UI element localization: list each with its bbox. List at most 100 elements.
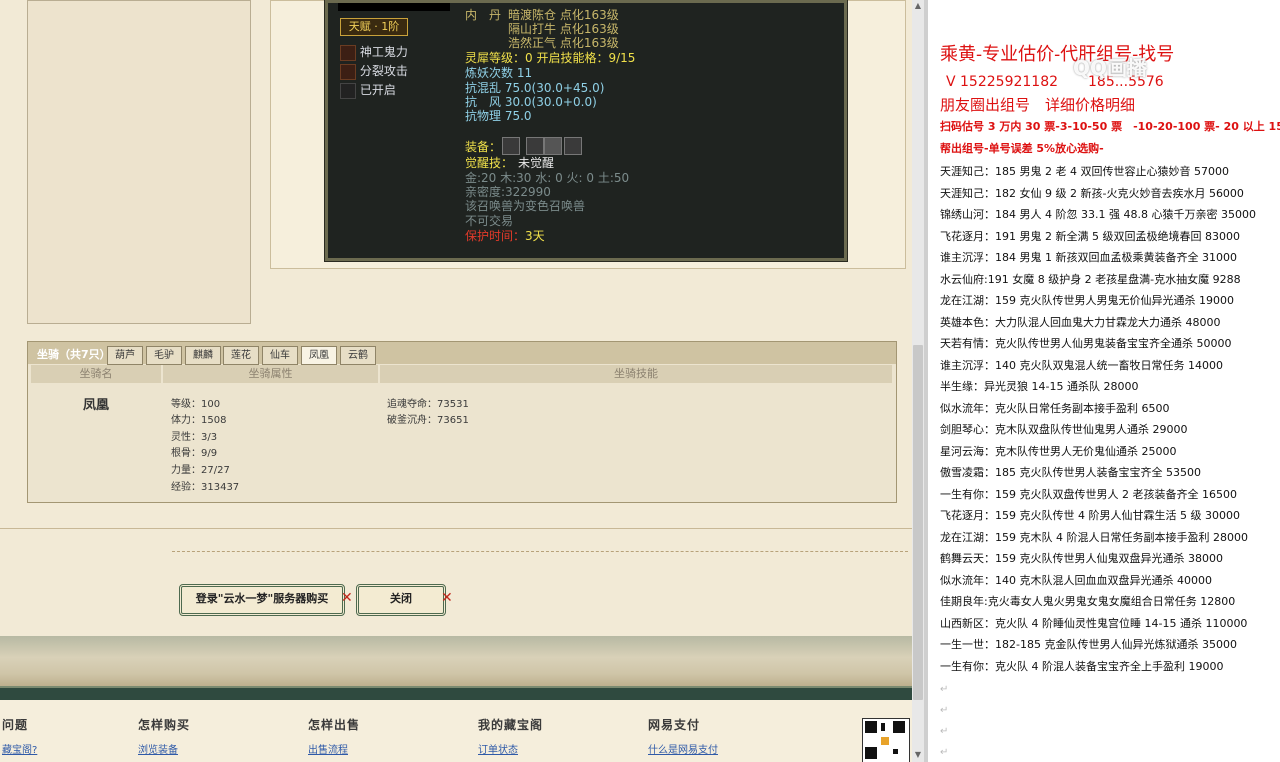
tab-lianhua[interactable]: 莲花 bbox=[223, 346, 259, 365]
site-footer: 问题 藏宝阁? 怎样购买 浏览装备 怎样出售 出售流程 我的藏宝阁 订单状态 网… bbox=[0, 700, 912, 762]
mount-attr: 体力：1508 bbox=[171, 415, 227, 426]
listing-item: 天若有情：克火队传世男人仙男鬼装备宝宝齐全通杀 50000 bbox=[940, 337, 1232, 350]
footer-link[interactable]: 藏宝阁? bbox=[2, 741, 37, 756]
skill-icon bbox=[340, 44, 356, 61]
listing-item: 佳期良年:克火毒女人鬼火男鬼女鬼女魔组合日常任务 12800 bbox=[940, 595, 1236, 608]
footer-heading: 怎样出售 bbox=[308, 718, 361, 732]
listing-item: 似水流年：克火队日常任务副本接手盈利 6500 bbox=[940, 401, 1170, 415]
close-x-icon: ✕ bbox=[341, 590, 353, 606]
footer-link[interactable]: 出售流程 bbox=[308, 741, 348, 756]
mount-attr: 灵性：3/3 bbox=[171, 432, 218, 443]
contact-phone: V 15225921182 bbox=[946, 74, 1059, 90]
game-view: 天赋 · 1阶 神工鬼力 分裂攻击 已开启 内 丹 暗渡陈仓 点化163级 隔山… bbox=[0, 0, 912, 762]
tab-xianche[interactable]: 仙车 bbox=[262, 346, 298, 365]
listing-item: 半生缘：异光灵狼 14-15 通杀队 28000 bbox=[940, 380, 1139, 393]
panel-subtitle: 朋友圈出组号 详细价格明细 bbox=[940, 96, 1136, 114]
listing-item: 龙在江湖：159 克木队 4 阶混人日常任务副本接手盈利 28000 bbox=[940, 530, 1248, 544]
skill-icon bbox=[340, 63, 356, 80]
listing-item: 飞花逐月：159 克火队传世 4 阶男人仙甘霖生活 5 级 30000 bbox=[940, 509, 1240, 522]
skill-item[interactable]: 已开启 bbox=[340, 81, 396, 99]
equip-label: 装备： bbox=[465, 140, 502, 154]
equip-slot[interactable] bbox=[564, 137, 582, 155]
listing-item: 剑胆琴心：克木队双盘队传世仙鬼男人通杀 29000 bbox=[940, 423, 1188, 436]
close-button[interactable]: 关闭 bbox=[356, 584, 446, 616]
col-mount-skill: 坐骑技能 bbox=[380, 365, 892, 383]
skill-label: 神工鬼力 bbox=[359, 45, 408, 59]
paragraph-mark: ↵ bbox=[940, 726, 949, 737]
listing-item: 傲雪凌霜：185 克火队传世男人装备宝宝齐全 53500 bbox=[940, 466, 1201, 479]
listing-item: 鹤舞云天：159 克火队传世男人仙鬼双盘异光通杀 38000 bbox=[940, 552, 1223, 565]
decorative-band bbox=[0, 636, 912, 690]
protect-label: 保护时间： bbox=[465, 229, 526, 243]
mount-panel: 坐骑（共7只） 葫芦 毛驴 麒麟 莲花 仙车 凤凰 云鹤 坐骑名 坐骑属性 坐骑… bbox=[27, 341, 897, 503]
listing-item: 锦绣山河：184 男人 4 阶忽 33.1 强 48.8 心猿千万亲密 3500… bbox=[940, 208, 1256, 221]
mount-title: 坐骑（共7只） bbox=[37, 348, 111, 361]
footer-link[interactable]: 什么是网易支付 bbox=[648, 741, 718, 756]
skill-icon bbox=[340, 82, 356, 99]
mount-attr: 根骨：9/9 bbox=[171, 448, 218, 459]
mount-attr: 经验：313437 bbox=[171, 482, 240, 493]
kang-wu-li: 抗物理 75.0 bbox=[465, 109, 532, 123]
mount-attr: 力量：27/27 bbox=[171, 465, 230, 476]
talent-badge: 天赋 · 1阶 bbox=[340, 18, 408, 36]
equip-slot[interactable] bbox=[502, 137, 520, 155]
dashed-divider bbox=[172, 551, 908, 552]
listing-item: 英雄本色：大力队混人回血鬼大力甘霖龙大力通杀 48000 bbox=[940, 315, 1221, 329]
listing-item: 谁主沉浮：140 克火队双鬼混人统一畜牧日常任务 14000 bbox=[940, 358, 1223, 372]
paragraph-mark: ↵ bbox=[940, 684, 949, 695]
footer-heading: 我的藏宝阁 bbox=[478, 718, 544, 732]
listing-item: 似水流年：140 克木队混人回血血双盘异光通杀 40000 bbox=[940, 573, 1212, 587]
paragraph-mark: ↵ bbox=[940, 747, 949, 758]
pet-card: 天赋 · 1阶 神工鬼力 分裂攻击 已开启 内 丹 暗渡陈仓 点化163级 隔山… bbox=[325, 0, 847, 261]
equip-slot[interactable] bbox=[544, 137, 562, 155]
skill-item[interactable]: 神工鬼力 bbox=[340, 43, 408, 61]
tab-hulu[interactable]: 葫芦 bbox=[107, 346, 143, 365]
listing-item: 山西新区：克火队 4 阶睡仙灵性鬼宫位睡 14-15 通杀 110000 bbox=[940, 616, 1248, 630]
footer-heading: 问题 bbox=[2, 718, 29, 732]
paragraph-mark: ↵ bbox=[940, 705, 949, 716]
listing-item: 星河云海：克木队传世男人无价鬼仙通杀 25000 bbox=[940, 444, 1177, 458]
listing-item: 天涯知己：182 女仙 9 级 2 新孩-火克火妙音去疾水月 56000 bbox=[940, 186, 1244, 200]
tab-yunhe[interactable]: 云鹤 bbox=[340, 346, 376, 365]
footer-link[interactable]: 订单状态 bbox=[478, 741, 518, 756]
close-x-icon: ✕ bbox=[441, 590, 453, 606]
footer-heading: 怎样购买 bbox=[138, 718, 191, 732]
protect-value: 3天 bbox=[525, 229, 545, 243]
watermark: QQ画播 bbox=[1073, 56, 1148, 80]
scroll-up-icon[interactable]: ▲ bbox=[913, 1, 923, 11]
left-panel bbox=[27, 0, 251, 324]
tab-maolv[interactable]: 毛驴 bbox=[146, 346, 182, 365]
pet-image-strip bbox=[338, 3, 450, 11]
footer-link[interactable]: 浏览装备 bbox=[138, 741, 178, 756]
tab-qilin[interactable]: 麒麟 bbox=[185, 346, 221, 365]
skill-label: 已开启 bbox=[359, 83, 396, 97]
mount-skill: 破釜沉舟：73651 bbox=[387, 415, 469, 426]
listing-item: 飞花逐月：191 男鬼 2 新全满 5 级双回孟极绝境春回 83000 bbox=[940, 229, 1240, 243]
equip-slot[interactable] bbox=[526, 137, 544, 155]
vertical-scrollbar[interactable]: ▲ ▼ bbox=[912, 0, 924, 762]
price-line: 扫码估号 3 万内 30 票-3-10-50 票 -10-20-100 票- 2… bbox=[940, 120, 1280, 133]
login-server-buy-button[interactable]: 登录"云水一梦"服务器购买 bbox=[179, 584, 345, 616]
tab-fenghuang[interactable]: 凤凰 bbox=[301, 346, 337, 365]
scroll-down-icon[interactable]: ▼ bbox=[913, 750, 923, 760]
footer-heading: 网易支付 bbox=[648, 718, 701, 732]
mount-attr: 等级：100 bbox=[171, 399, 221, 410]
listing-item: 谁主沉浮：184 男鬼 1 新孩双回血孟极乘黄装备齐全 31000 bbox=[940, 251, 1237, 264]
help-line: 帮出组号-单号误差 5%放心选购- bbox=[940, 142, 1104, 155]
separator bbox=[0, 528, 912, 529]
skill-item[interactable]: 分裂攻击 bbox=[340, 62, 408, 80]
listing-panel: 乘黄-专业估价-代肝组号-找号 V 15225921182 185...5576… bbox=[928, 0, 1280, 762]
mount-skill: 追魂夺命：73531 bbox=[387, 399, 469, 410]
listing-item: 一生有你：159 克火队双盘传世男人 2 老孩装备齐全 16500 bbox=[940, 487, 1237, 501]
skill-label: 分裂攻击 bbox=[359, 64, 408, 78]
listing-item: 一生有你：克火队 4 阶混人装备宝宝齐全上手盈利 19000 bbox=[940, 659, 1224, 673]
listing-item: 一生一世：182-185 克金队传世男人仙异光炼狱通杀 35000 bbox=[940, 638, 1237, 651]
qr-code-icon bbox=[862, 718, 910, 762]
listing-item: 龙在江湖：159 克火队传世男人男鬼无价仙异光通杀 19000 bbox=[940, 294, 1234, 307]
listing-item: 天涯知己：185 男鬼 2 老 4 双回传世容止心猿妙音 57000 bbox=[940, 165, 1229, 178]
inner-label: 内 丹 bbox=[465, 8, 502, 22]
mount-name: 凤凰 bbox=[83, 398, 110, 413]
listing-item: 水云仙府:191 女魔 8 级护身 2 老孩星盘满-克水抽女魔 9288 bbox=[940, 272, 1241, 286]
scrollbar-thumb[interactable] bbox=[913, 345, 923, 700]
col-mount-name: 坐骑名 bbox=[31, 365, 161, 383]
